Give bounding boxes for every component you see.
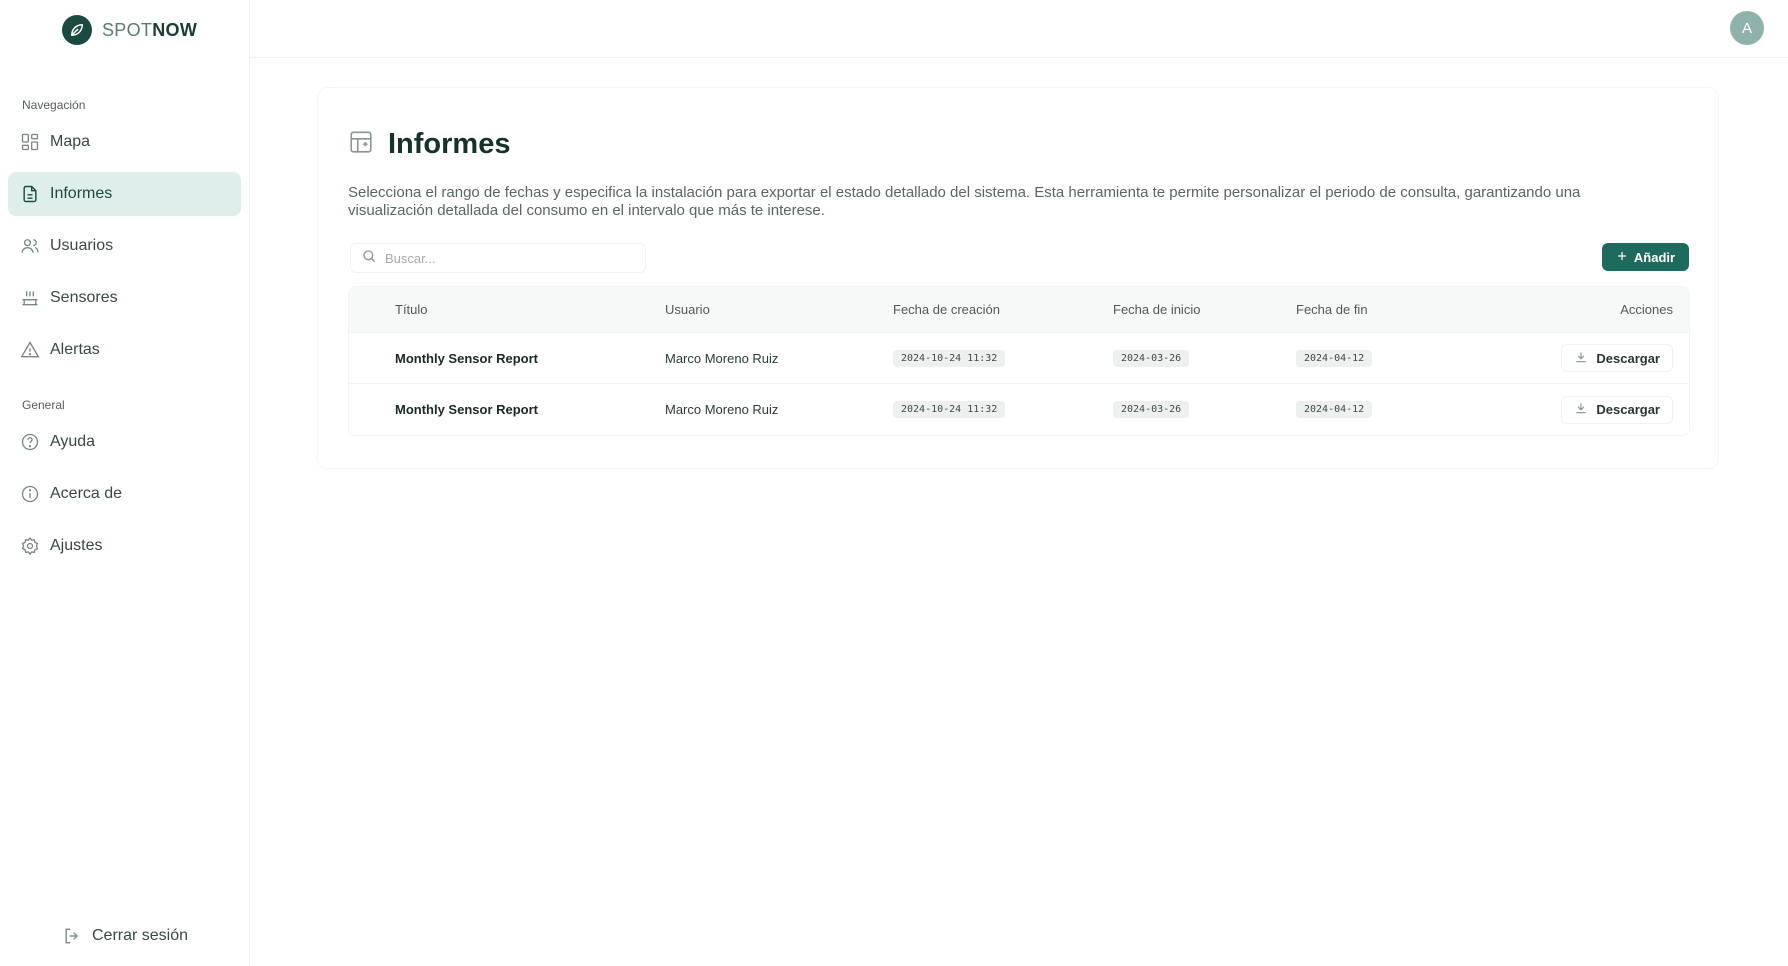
- created-date-chip: 2024-10-24 11:32: [893, 349, 1006, 367]
- brand-name: SPOTNOW: [102, 20, 197, 41]
- download-label: Descargar: [1596, 350, 1660, 366]
- download-icon: [1574, 350, 1588, 367]
- sidebar-item-usuarios[interactable]: Usuarios: [8, 224, 241, 268]
- sidebar-item-sensores[interactable]: Sensores: [8, 276, 241, 320]
- start-date-chip: 2024-03-26: [1113, 401, 1190, 418]
- end-date-cell: 2024-04-12: [1296, 384, 1373, 435]
- column-header-title[interactable]: Título: [395, 287, 428, 332]
- sidebar-item-label: Ayuda: [50, 433, 96, 450]
- search-icon: [361, 248, 377, 269]
- topbar: A: [250, 0, 1788, 58]
- column-header-start[interactable]: Fecha de inicio: [1113, 287, 1200, 332]
- sidebar-item-informes[interactable]: Informes: [8, 172, 241, 216]
- column-header-end[interactable]: Fecha de fin: [1296, 287, 1368, 332]
- sidebar-item-label: Informes: [50, 185, 113, 202]
- add-button-label: Añadir: [1633, 249, 1676, 265]
- report-title: Monthly Sensor Report: [395, 350, 539, 366]
- start-date-cell: 2024-03-26: [1113, 384, 1190, 435]
- table-row[interactable]: Monthly Sensor Report Marco Moreno Ruiz …: [349, 384, 1689, 435]
- download-button[interactable]: Descargar: [1561, 395, 1673, 424]
- page-title: Informes: [388, 128, 511, 160]
- created-date-chip: 2024-10-24 11:32: [893, 401, 1006, 418]
- grid-icon: [20, 132, 40, 152]
- column-header-actions: Acciones: [1620, 302, 1673, 317]
- reports-table: Título Usuario Fecha de creación Fecha d…: [348, 286, 1690, 436]
- report-user: Marco Moreno Ruiz: [665, 350, 779, 366]
- start-date-chip: 2024-03-26: [1113, 349, 1190, 367]
- logout-icon: [62, 926, 82, 946]
- brand-name-bold: NOW: [152, 19, 198, 40]
- sidebar-item-label: Usuarios: [50, 237, 114, 254]
- table-row[interactable]: Monthly Sensor Report Marco Moreno Ruiz …: [349, 333, 1689, 384]
- table-header: Título Usuario Fecha de creación Fecha d…: [349, 287, 1689, 333]
- warning-icon: [20, 340, 40, 360]
- general-section-label: General: [22, 398, 65, 412]
- column-header-user[interactable]: Usuario: [665, 287, 710, 332]
- search-box[interactable]: [350, 243, 646, 273]
- info-icon: [20, 484, 40, 504]
- sidebar-item-mapa[interactable]: Mapa: [8, 120, 241, 164]
- page-header: Informes: [348, 128, 510, 161]
- actions-cell: Descargar: [1561, 333, 1673, 383]
- sensor-icon: [20, 288, 40, 308]
- created-date-cell: 2024-10-24 11:32: [893, 384, 1006, 435]
- sidebar-item-label: Mapa: [50, 133, 91, 150]
- end-date-chip: 2024-04-12: [1296, 349, 1373, 367]
- sidebar-item-alertas[interactable]: Alertas: [8, 328, 241, 372]
- sidebar-item-ayuda[interactable]: Ayuda: [8, 420, 241, 464]
- avatar[interactable]: A: [1730, 11, 1764, 45]
- table-icon: [348, 129, 374, 160]
- report-title: Monthly Sensor Report: [395, 402, 539, 417]
- sidebar-item-label: Alertas: [50, 341, 100, 358]
- sidebar-item-ajustes[interactable]: Ajustes: [8, 524, 241, 568]
- created-date-cell: 2024-10-24 11:32: [893, 333, 1006, 383]
- brand-logo[interactable]: SPOTNOW: [62, 15, 197, 45]
- search-input[interactable]: [385, 250, 625, 266]
- leaf-icon: [62, 15, 92, 45]
- sidebar-item-label: Acerca de: [50, 485, 123, 502]
- page-description: Selecciona el rango de fechas y especifi…: [348, 184, 1581, 219]
- report-user: Marco Moreno Ruiz: [665, 402, 779, 417]
- sidebar: SPOTNOW Navegación Mapa Informes Usuario…: [0, 0, 250, 966]
- logout-button[interactable]: Cerrar sesión: [62, 926, 188, 946]
- end-date-chip: 2024-04-12: [1296, 401, 1373, 418]
- actions-cell: Descargar: [1561, 384, 1673, 435]
- document-icon: [20, 184, 40, 204]
- column-header-created[interactable]: Fecha de creación: [893, 287, 1000, 332]
- logout-label: Cerrar sesión: [92, 927, 189, 944]
- end-date-cell: 2024-04-12: [1296, 333, 1373, 383]
- add-button[interactable]: Añadir: [1602, 243, 1689, 271]
- gear-icon: [20, 536, 40, 556]
- nav-section-label: Navegación: [22, 98, 86, 112]
- help-icon: [20, 432, 40, 452]
- start-date-cell: 2024-03-26: [1113, 333, 1190, 383]
- download-label: Descargar: [1596, 402, 1660, 417]
- users-icon: [20, 236, 40, 256]
- download-button[interactable]: Descargar: [1561, 344, 1673, 372]
- sidebar-item-label: Ajustes: [50, 537, 103, 554]
- sidebar-item-label: Sensores: [50, 289, 118, 306]
- brand-name-light: SPOT: [102, 19, 153, 40]
- plus-icon: [1616, 250, 1628, 265]
- download-icon: [1574, 401, 1588, 418]
- sidebar-item-acerca-de[interactable]: Acerca de: [8, 472, 241, 516]
